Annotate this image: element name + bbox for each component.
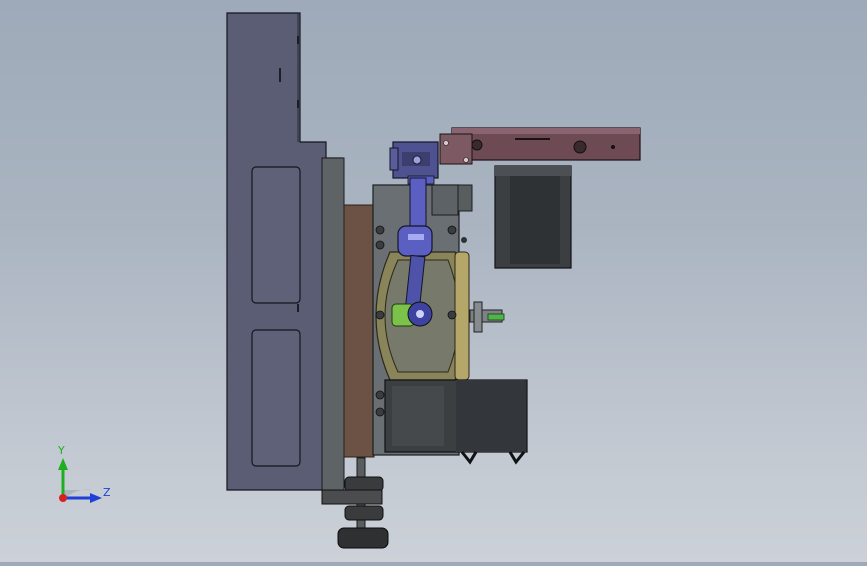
orientation-triad[interactable]: Y Z [40,440,130,520]
foot-base-plate [321,489,383,505]
frame-slot-lower [251,329,301,467]
assembly-drawing [226,12,641,549]
y-axis-label: Y [57,444,65,457]
frame-slot-upper [251,166,301,304]
axis-triad-icon: Y Z [57,444,111,503]
mount-plate [343,204,375,458]
foot-pad [337,527,389,549]
side-strip [321,157,345,491]
foot-nut-lower [344,505,384,521]
z-axis-label: Z [103,486,111,499]
link-clamp [397,225,433,257]
foot-nut-upper [344,476,384,492]
cad-viewport[interactable]: Y Z [0,0,867,562]
